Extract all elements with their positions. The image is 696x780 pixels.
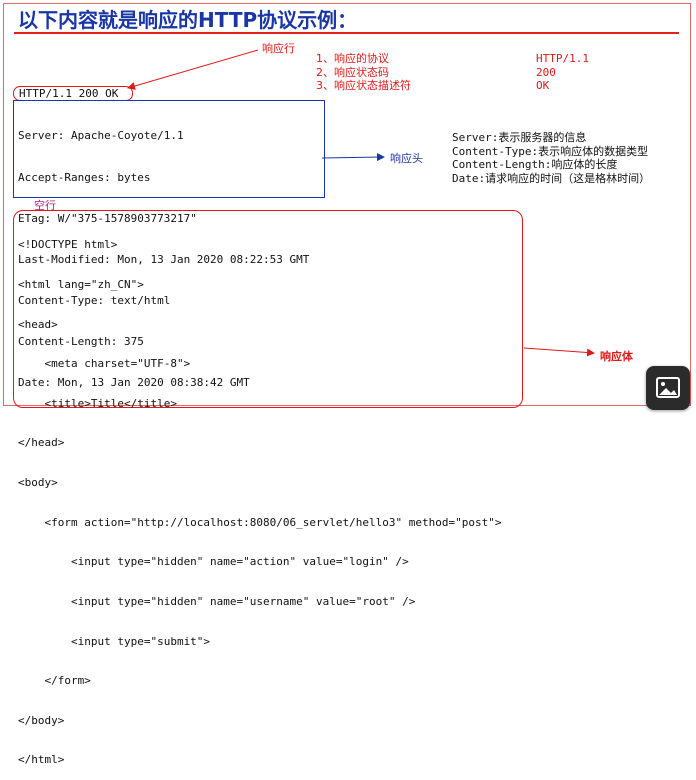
body-line: </body>	[18, 713, 65, 727]
annotation-arrows	[127, 49, 595, 357]
body-line: <input type="hidden" name="username" val…	[18, 594, 416, 608]
body-line: <input type="submit">	[18, 634, 211, 648]
image-viewer-button[interactable]	[646, 366, 690, 410]
body-line: </form>	[18, 674, 91, 688]
body-line: <input type="hidden" name="action" value…	[18, 555, 409, 569]
body-line: </html>	[18, 753, 65, 767]
status-line-arrow	[127, 49, 259, 90]
headers-arrow	[321, 153, 385, 162]
image-icon	[656, 377, 680, 398]
body-arrow	[523, 347, 595, 357]
body-line: </head>	[18, 436, 65, 450]
body-line: <form action="http://localhost:8080/06_s…	[18, 515, 502, 529]
body-line: <body>	[18, 476, 58, 490]
